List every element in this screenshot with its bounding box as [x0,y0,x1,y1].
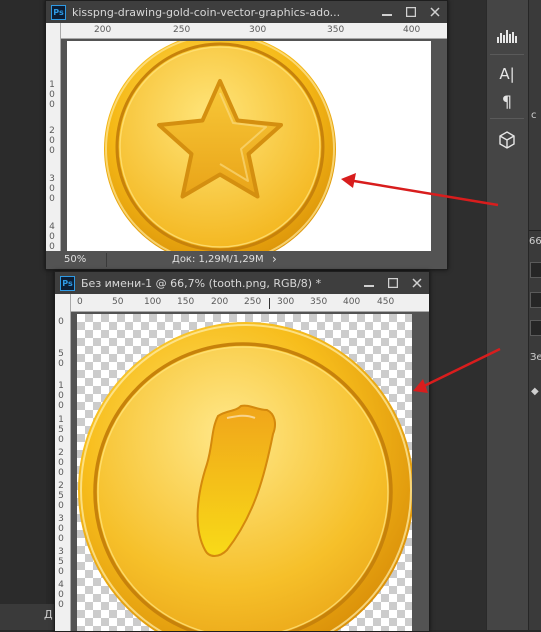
annotation-arrow [413,347,501,393]
annotation-overlay [341,173,501,393]
annotation-arrow [341,173,499,207]
